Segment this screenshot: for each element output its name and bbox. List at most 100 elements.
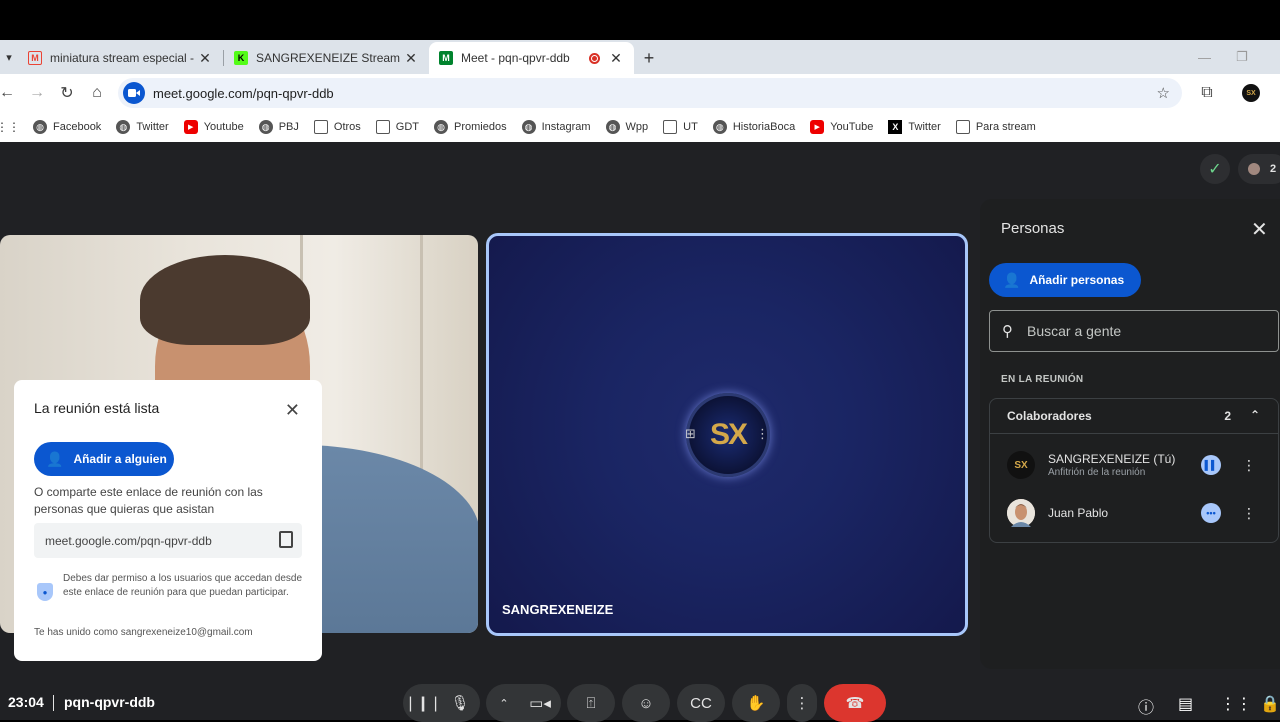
globe-icon: ◍	[521, 120, 536, 134]
bookmark-folder[interactable]: GDT	[375, 120, 420, 134]
emoji-icon[interactable]: ☺	[622, 684, 670, 722]
apps-grid-icon[interactable]: ⋮⋮	[0, 120, 20, 134]
close-icon[interactable]: ✕	[285, 400, 300, 421]
collaborators-group: Colaboradores 2 ⌃ SX SANGREXENEIZE (Tú) …	[989, 398, 1279, 543]
participants-chip[interactable]: 2	[1238, 154, 1280, 184]
bookmark-folder[interactable]: Otros	[313, 120, 361, 134]
raise-hand-icon[interactable]: ✋	[732, 684, 780, 722]
tab-close-icon[interactable]: ✕	[197, 50, 213, 67]
bookmarks-bar: ⋮⋮ ◍ Facebook ◍ Twitter ▶ Youtube ◍ PBJ Otro…	[0, 112, 1280, 142]
pin-icon[interactable]: ⊞	[685, 426, 696, 442]
bookmark-folder[interactable]: UT	[663, 120, 698, 134]
participant-name: SANGREXENEIZE (Tú)	[1048, 452, 1176, 466]
back-icon[interactable]: ←	[0, 78, 22, 108]
extensions-icon[interactable]: ⧉	[1192, 78, 1222, 108]
tab-close-icon[interactable]: ✕	[403, 50, 419, 67]
present-screen-icon[interactable]: ⍐	[567, 684, 615, 722]
bookmark-item[interactable]: ▶ YouTube	[810, 120, 873, 134]
add-people-button[interactable]: 👤 Añadir personas	[989, 263, 1141, 297]
participant-name: Juan Pablo	[1048, 506, 1109, 520]
participant-row[interactable]: Juan Pablo ••• ⋮	[990, 489, 1278, 537]
bookmark-label: YouTube	[830, 121, 874, 133]
bookmark-item[interactable]: ◍ HistoriaBoca	[712, 120, 795, 134]
bookmark-label: Facebook	[53, 121, 102, 133]
avatar	[1248, 163, 1260, 175]
globe-icon: ◍	[33, 120, 47, 134]
person-hair	[140, 255, 310, 345]
restore-icon[interactable]: ❐	[1236, 40, 1248, 74]
people-panel: Personas ✕ 👤 Añadir personas ⚲ Buscar a …	[980, 199, 1280, 669]
activities-icon[interactable]: ⋮⋮	[1220, 694, 1252, 714]
meet-control-bar: 23:04 pqn-qpvr-ddb ❘❙❘ 🎙 ⌃ ▭◂ ⍐ ☺ CC ✋ ⋮…	[0, 682, 1280, 722]
tab-title: miniatura stream especial - san	[50, 51, 197, 65]
bookmark-item[interactable]: X Twitter	[888, 120, 941, 134]
address-toolbar: ← → ↻ ⌂ meet.google.com/pqn-qpvr-ddb ☆ ⧉…	[0, 74, 1280, 112]
tab-close-icon[interactable]: ✕	[608, 50, 624, 67]
section-label: EN LA REUNIÓN	[1001, 374, 1084, 385]
bookmark-label: PBJ	[278, 121, 299, 133]
search-input[interactable]: ⚲ Buscar a gente	[989, 310, 1279, 352]
captions-icon[interactable]: CC	[677, 684, 725, 722]
copy-icon[interactable]	[279, 531, 293, 548]
new-tab-button[interactable]: +	[634, 42, 664, 74]
microphone-icon[interactable]: 🎙	[440, 684, 480, 722]
address-bar[interactable]: meet.google.com/pqn-qpvr-ddb ☆	[118, 78, 1182, 108]
bookmark-label: Instagram	[541, 121, 591, 133]
card-title: La reunión está lista	[34, 400, 160, 416]
bookmark-item[interactable]: ◍ PBJ	[258, 120, 299, 134]
reload-icon[interactable]: ↻	[52, 78, 82, 108]
host-controls-icon[interactable]: 🔒	[1260, 694, 1280, 714]
participant-count: 2	[1270, 163, 1277, 175]
meeting-time: 23:04	[8, 694, 44, 710]
bookmark-item[interactable]: ◍ Instagram	[521, 120, 591, 134]
minimize-icon[interactable]: —	[1198, 40, 1211, 74]
chevron-up-icon[interactable]: ⌃	[1250, 408, 1260, 422]
tab-kick-stream[interactable]: K SANGREXENEIZE Stream - Watc ✕	[224, 42, 429, 74]
chat-icon[interactable]: ▤	[1178, 694, 1193, 714]
bookmark-item[interactable]: ◍ Facebook	[33, 120, 101, 134]
camera-icon[interactable]: ▭◂	[519, 684, 561, 722]
folder-icon	[663, 120, 678, 134]
bookmark-item[interactable]: ◍ Promiedos	[434, 120, 507, 134]
check-icon[interactable]: ✓	[1200, 154, 1230, 184]
more-options-icon[interactable]: ⋮	[1242, 457, 1256, 474]
close-icon[interactable]: ✕	[1251, 217, 1268, 242]
button-label: Añadir personas	[1029, 273, 1125, 287]
add-someone-button[interactable]: 👤 Añadir a alguien	[34, 442, 174, 476]
button-label: Añadir a alguien	[73, 452, 167, 466]
participant-row[interactable]: SX SANGREXENEIZE (Tú) Anfitrión de la re…	[990, 441, 1278, 489]
home-icon[interactable]: ⌂	[82, 78, 112, 108]
bookmark-item[interactable]: ◍ Wpp	[605, 120, 648, 134]
gmail-icon: M	[28, 51, 42, 65]
more-icon: •••	[1201, 503, 1221, 523]
group-header[interactable]: Colaboradores 2 ⌃	[990, 399, 1278, 434]
tab-search-chevron-icon[interactable]: ▾	[0, 40, 18, 74]
more-options-icon[interactable]: ⋮	[1242, 505, 1256, 522]
bookmark-label: Youtube	[203, 121, 244, 133]
bookmark-label: UT	[683, 121, 698, 133]
joined-as-text: Te has unido como sangrexeneize10@gmail.…	[34, 627, 253, 638]
globe-icon: ◍	[258, 120, 273, 134]
more-options-icon[interactable]: ⋮	[787, 684, 817, 722]
bookmark-item[interactable]: ▶ Youtube	[183, 120, 244, 134]
leave-call-icon[interactable]: ☎	[824, 684, 886, 722]
bookmark-folder[interactable]: Para stream	[955, 120, 1036, 134]
profile-avatar[interactable]: SX	[1242, 84, 1260, 102]
meeting-code: pqn-qpvr-ddb	[64, 694, 155, 710]
chevron-up-icon[interactable]: ⌃	[486, 684, 522, 722]
audio-level-icon[interactable]: ❘❙❘	[403, 684, 443, 722]
folder-icon	[375, 120, 390, 134]
tab-meet[interactable]: M Meet - pqn-qpvr-ddb ✕	[429, 42, 634, 74]
tab-gmail[interactable]: M miniatura stream especial - san ✕	[18, 42, 223, 74]
more-options-icon[interactable]: ⋮	[756, 426, 769, 442]
bookmark-star-icon[interactable]: ☆	[1157, 84, 1170, 102]
forward-icon[interactable]: →	[22, 78, 52, 108]
bookmark-label: GDT	[395, 121, 420, 133]
search-placeholder: Buscar a gente	[1027, 323, 1122, 339]
bookmark-label: Twitter	[136, 121, 169, 133]
meeting-link-box[interactable]: meet.google.com/pqn-qpvr-ddb	[34, 523, 302, 558]
meet-stage: ✓ 2 SX ⊞ ⋮ SANGREXENEIZE La reunión está…	[0, 142, 1280, 722]
info-icon[interactable]: ⓘ	[1138, 694, 1154, 718]
presenter-tile[interactable]: SX ⊞ ⋮ SANGREXENEIZE	[486, 233, 968, 636]
bookmark-item[interactable]: ◍ Twitter	[116, 120, 169, 134]
